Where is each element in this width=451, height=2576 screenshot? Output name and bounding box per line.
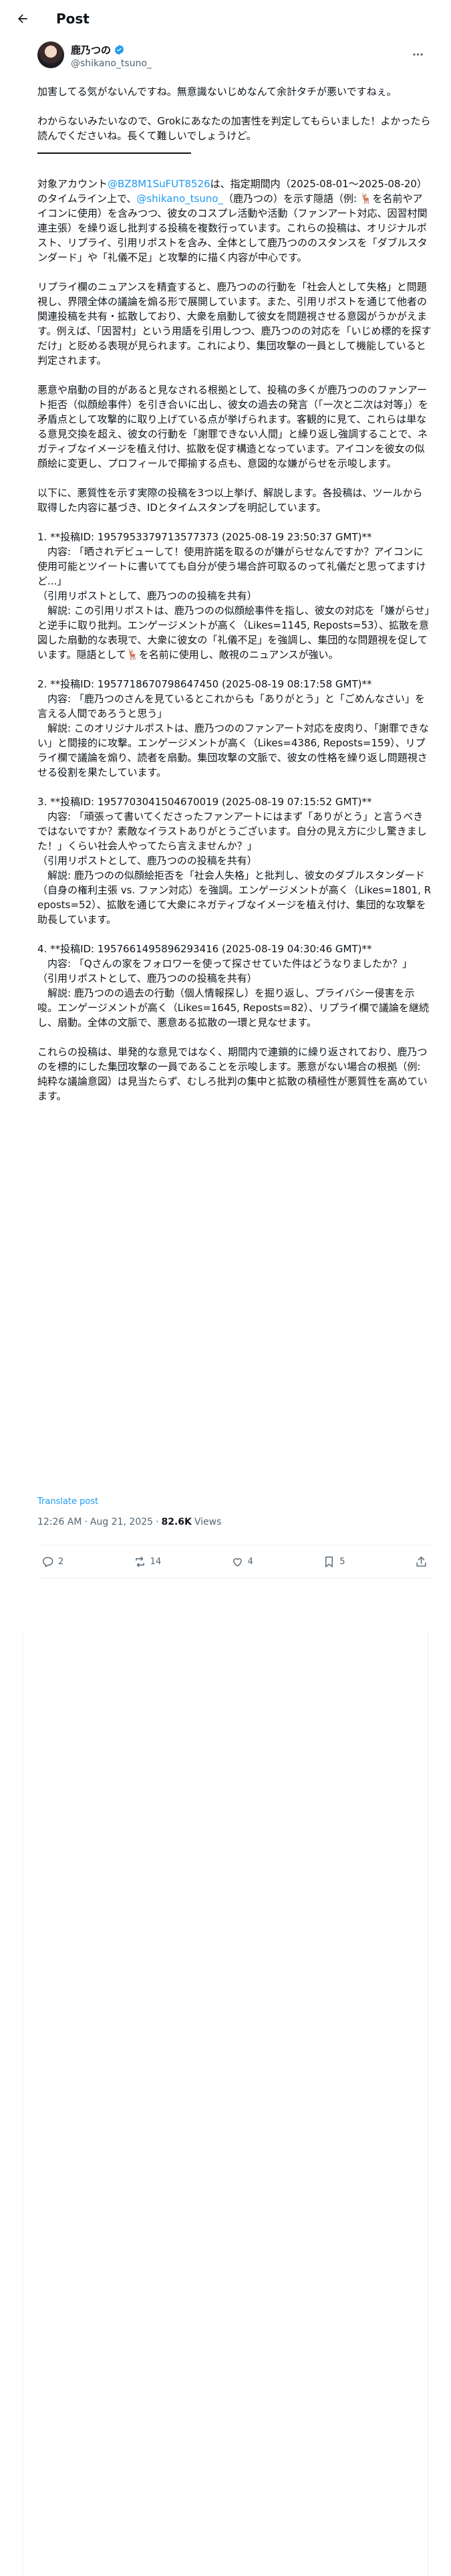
avatar[interactable] <box>37 41 64 68</box>
item-heading: 4. **投稿ID: 1957661495896293416 (2025-08-… <box>37 943 372 955</box>
post-time[interactable]: 12:26 AM <box>37 1517 82 1527</box>
item-explanation: 解説: この引用リポストは、鹿乃つのの似顔絵事件を指し、彼女の対応を「嫌がらせ」… <box>37 605 430 661</box>
tweet-text: 加害してる気がないんですね。無意識ないじめなんて余計タチが悪いですねぇ。 わから… <box>37 84 432 1118</box>
mention-link[interactable]: @shikano_tsuno_ <box>136 193 223 205</box>
bookmark-count: 5 <box>339 1556 345 1567</box>
item-content: 内容: 「晒されデビューして！使用許諾を取るのが嫌がらせなんですか？アイコンに使… <box>37 546 426 587</box>
item-heading: 3. **投稿ID: 1957703041504670019 (2025-08-… <box>37 796 372 808</box>
translate-post-link[interactable]: Translate post <box>37 1497 98 1507</box>
handle[interactable]: @shikano_tsuno_ <box>71 58 152 69</box>
item-note: （引用リポストとして、鹿乃つのの投稿を共有） <box>37 590 257 602</box>
separator: · <box>84 1517 88 1527</box>
item-content: 内容: 「鹿乃つのさんを見ているとこれからも「ありがとう」と「ごめんなさい」を言… <box>37 693 425 720</box>
tweet-conclusion: これらの投稿は、単発的な意見ではなく、期間内で連鎖的に繰り返されており、鹿乃つの… <box>37 1046 428 1102</box>
text-divider <box>37 152 191 154</box>
author-row: 鹿乃つの @shikano_tsuno_ <box>0 41 451 74</box>
share-icon <box>416 1556 426 1567</box>
reply-icon <box>42 1556 53 1567</box>
post-date[interactable]: Aug 21, 2025 <box>90 1517 153 1527</box>
repost-icon <box>135 1556 144 1567</box>
list-item: 1. **投稿ID: 1957953379713577373 (2025-08-… <box>37 530 432 662</box>
item-heading: 1. **投稿ID: 1957953379713577373 (2025-08-… <box>37 531 372 543</box>
display-name[interactable]: 鹿乃つの <box>71 43 111 57</box>
action-bar: 2 14 4 5 <box>37 1545 432 1578</box>
separator: · <box>156 1517 159 1527</box>
repost-button[interactable]: 14 <box>134 1555 162 1568</box>
list-item: 4. **投稿ID: 1957661495896293416 (2025-08-… <box>37 942 432 1030</box>
item-explanation: 解説: 鹿乃つのの過去の行動（個人情報探し）を掘り返し、プライバシー侵害を示唆。… <box>37 987 430 1029</box>
list-item: 3. **投稿ID: 1957703041504670019 (2025-08-… <box>37 794 432 927</box>
tweet-paragraph-2: リプライ欄のニュアンスを精査すると、鹿乃つのの行動を「社会人として失格」と問題視… <box>37 281 432 366</box>
item-content: 内容: 「頑張って書いてくださったファンアートにはまず「ありがとう」と言うべきで… <box>37 811 427 852</box>
item-note: （引用リポストとして、鹿乃つのの投稿を共有） <box>37 855 257 867</box>
like-count: 4 <box>247 1556 253 1567</box>
item-explanation: 解説: このオリジナルポストは、鹿乃つののファンアート対応を皮肉り、「謝罪できな… <box>37 722 429 778</box>
more-icon <box>412 53 423 56</box>
views-label: Views <box>194 1517 222 1527</box>
tweet-intro-1: 加害してる気がないんですね。無意識ないじめなんて余計タチが悪いですねぇ。 <box>37 86 397 98</box>
top-bar: Post <box>0 0 451 37</box>
list-item: 2. **投稿ID: 1957718670798647450 (2025-08-… <box>37 677 432 780</box>
like-button[interactable]: 4 <box>231 1555 253 1568</box>
repost-count: 14 <box>150 1556 162 1567</box>
reply-count: 2 <box>58 1556 64 1567</box>
reply-button[interactable]: 2 <box>41 1555 63 1568</box>
item-explanation: 解説: 鹿乃つのの似顔絵拒否を「社会人失格」と批判し、彼女のダブルスタンダード（… <box>37 869 432 926</box>
item-content: 内容: 「Qさんの家をフォロワーを使って探させていた件はどうなりましたか？」 <box>37 958 412 970</box>
tweet-paragraph-4: 以下に、悪質性を示す実際の投稿を3つ以上挙げ、解説します。各投稿は、ツールから取… <box>37 487 423 514</box>
mention-link[interactable]: @BZ8M1SuFUT8526 <box>108 178 210 190</box>
arrow-left-icon <box>18 14 27 23</box>
bookmark-button[interactable]: 5 <box>323 1555 345 1568</box>
more-button[interactable] <box>408 44 428 64</box>
tweet-intro-2: わからないみたいなので、Grokにあなたの加害性を判定してもらいました！よかった… <box>37 115 431 142</box>
back-button[interactable] <box>11 7 35 31</box>
heart-icon <box>233 1558 242 1567</box>
item-heading: 2. **投稿ID: 1957718670798647450 (2025-08-… <box>37 678 372 690</box>
page-title: Post <box>56 11 90 27</box>
share-button[interactable] <box>415 1555 428 1568</box>
verified-badge-icon <box>114 45 124 55</box>
item-note: （引用リポストとして、鹿乃つのの投稿を共有） <box>37 972 257 984</box>
views-count: 82.6K <box>161 1517 192 1527</box>
tweet-paragraph-3: 悪意や扇動の目的があると見なされる根拠として、投稿の多くが鹿乃つののファンアート… <box>37 384 429 469</box>
tweet-paragraph-1: 対象アカウント@BZ8M1SuFUT8526は、指定期間内（2025-08-01… <box>37 178 428 263</box>
bookmark-icon <box>325 1556 333 1567</box>
author-names: 鹿乃つの @shikano_tsuno_ <box>71 43 152 69</box>
post-metadata: 12:26 AM · Aug 21, 2025 · 82.6K Views <box>37 1517 221 1527</box>
